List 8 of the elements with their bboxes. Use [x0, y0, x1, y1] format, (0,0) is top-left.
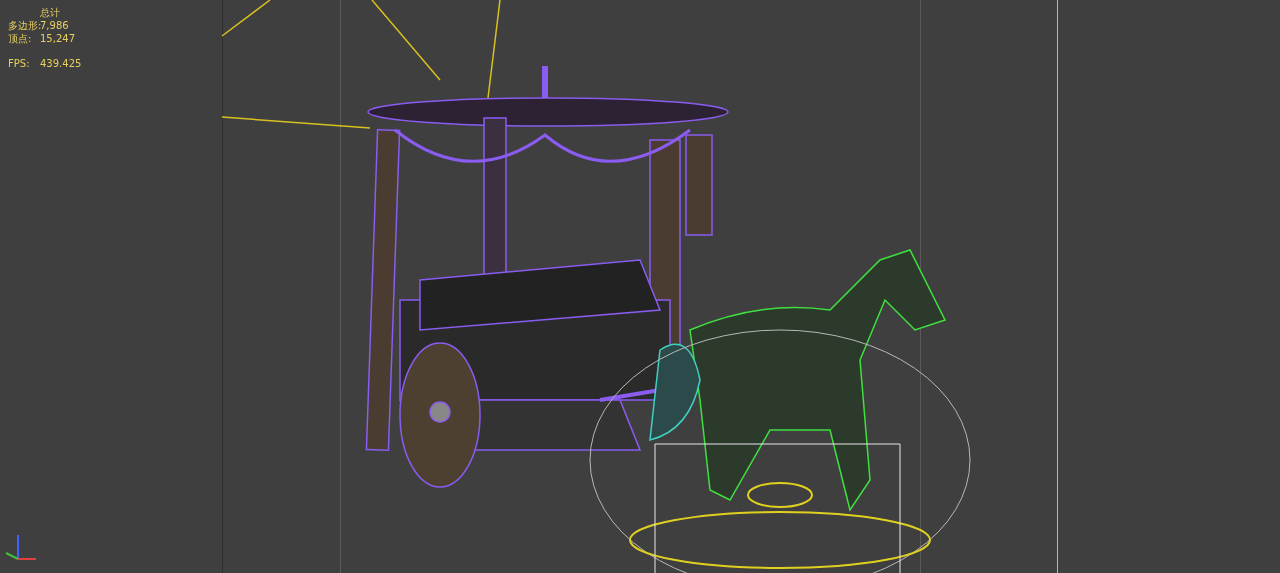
stats-title: 总计	[40, 6, 61, 19]
fps-label: FPS:	[8, 57, 31, 70]
axis-icon	[4, 533, 38, 563]
stat-value: 7,986	[40, 19, 69, 32]
stat-label: 多边形:	[8, 19, 40, 32]
stat-label: 顶点:	[8, 32, 33, 45]
stat-value: 15,247	[40, 32, 75, 45]
fps-value: 439.425	[40, 57, 82, 70]
